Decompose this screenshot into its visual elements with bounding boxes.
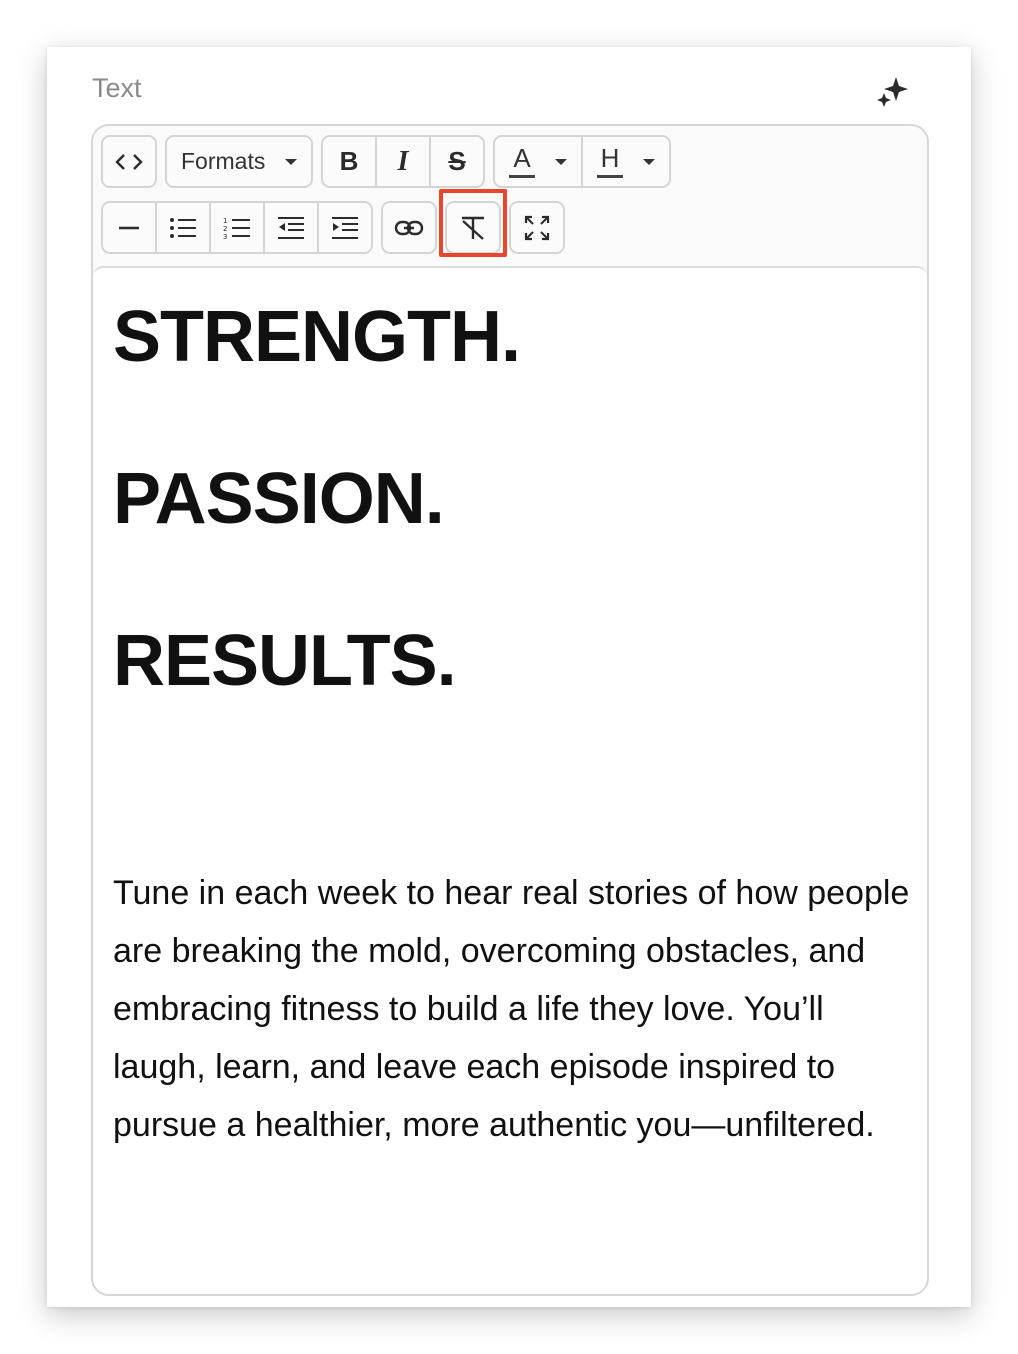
formats-dropdown[interactable]: Formats — [167, 137, 311, 186]
text-color-button[interactable]: A — [495, 137, 583, 186]
svg-text:3: 3 — [223, 233, 227, 239]
body-paragraph: Tune in each week to hear real stories o… — [113, 874, 910, 1144]
clear-formatting-button[interactable] — [447, 203, 499, 252]
indent-button[interactable] — [319, 203, 371, 252]
strikethrough-icon: S — [448, 146, 466, 176]
link-button[interactable] — [383, 203, 435, 252]
fullscreen-group — [509, 201, 565, 254]
highlight-color-icon: H — [597, 145, 623, 178]
strikethrough-button[interactable]: S — [431, 137, 483, 186]
source-code-button[interactable] — [103, 137, 155, 186]
indent-icon — [331, 216, 359, 240]
headline-strength: STRENGTH. — [113, 297, 521, 377]
clear-formatting-group — [445, 201, 501, 254]
field-label: Text — [92, 73, 142, 103]
color-group: A H — [493, 135, 671, 188]
fullscreen-button[interactable] — [511, 203, 563, 252]
block-format-group: 123 — [101, 201, 373, 254]
bold-button[interactable]: B — [323, 137, 377, 186]
bullet-list-icon — [169, 217, 197, 239]
highlight-color-button[interactable]: H — [583, 137, 669, 186]
chevron-down-icon — [285, 158, 297, 165]
rich-text-editor: Formats B I S A H 1 2 3 STRENGTH. PASSIO… — [91, 124, 929, 1296]
link-icon — [394, 219, 424, 237]
bold-icon: B — [339, 146, 359, 176]
numbered-list-icon: 123 — [223, 217, 251, 239]
editor-content-area[interactable]: STRENGTH. PASSION. RESULTS. Tune in each… — [93, 266, 927, 1294]
outdent-icon — [277, 216, 305, 240]
italic-button[interactable]: I — [377, 137, 431, 186]
italic-icon: I — [397, 145, 409, 177]
horizontal-rule-button[interactable] — [103, 203, 157, 252]
formats-group: Formats — [165, 135, 313, 188]
chevron-down-icon — [643, 158, 655, 165]
headline-results: RESULTS. — [113, 621, 457, 701]
text-field-panel: Text Formats B I S A H 1 2 3 STRENGTH. P… — [47, 47, 971, 1307]
headline-passion: PASSION. — [113, 459, 445, 539]
outdent-button[interactable] — [265, 203, 319, 252]
highlight-color-letter: H — [600, 143, 620, 173]
clear-formatting-icon — [459, 215, 487, 241]
formats-label: Formats — [181, 148, 266, 174]
bullet-list-button[interactable] — [157, 203, 211, 252]
sparkles-icon[interactable] — [875, 73, 911, 109]
code-brackets-icon — [115, 152, 143, 172]
editor-toolbar: Formats B I S A H 1 2 3 — [93, 126, 927, 266]
svg-text:1: 1 — [223, 217, 227, 225]
text-color-icon: A — [509, 145, 535, 178]
fullscreen-icon — [524, 215, 550, 241]
source-code-group — [101, 135, 157, 188]
text-style-group: B I S — [321, 135, 485, 188]
numbered-list-button[interactable]: 123 — [211, 203, 265, 252]
chevron-down-icon — [555, 158, 567, 165]
horizontal-rule-icon — [117, 218, 141, 238]
svg-text:2: 2 — [223, 225, 227, 233]
link-group — [381, 201, 437, 254]
text-color-letter: A — [513, 143, 531, 173]
